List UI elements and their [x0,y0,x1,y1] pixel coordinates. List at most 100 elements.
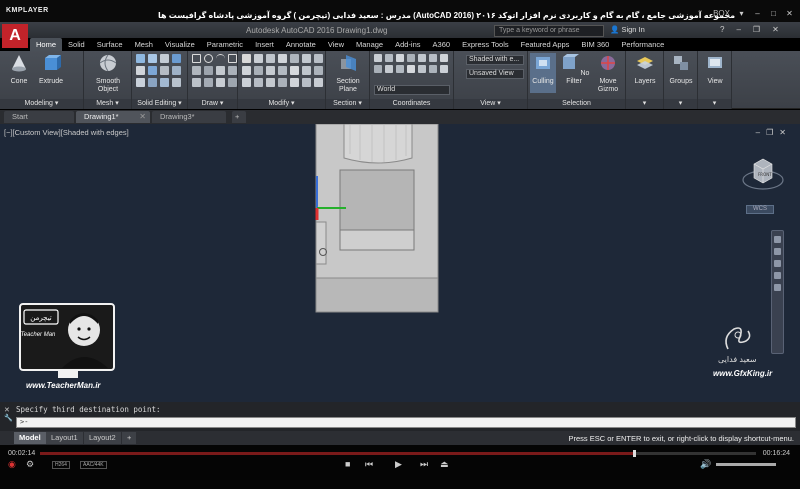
tab-performance[interactable]: Performance [615,38,670,51]
tab-surface[interactable]: Surface [91,38,129,51]
layers-panel-arrow[interactable]: ▾ [626,99,663,109]
saved-view-combo[interactable]: Unsaved View [466,69,524,79]
add-layout-button[interactable]: + [122,432,137,444]
copy-icon[interactable] [254,54,263,63]
circle-icon[interactable] [204,54,213,63]
command-input[interactable]: >- [16,417,796,428]
vp-close-icon[interactable]: ✕ [779,128,786,137]
ellipse-icon[interactable] [228,66,237,75]
command-line-handle[interactable]: ✕ 🔧 [4,406,13,428]
ucs-icon[interactable] [374,54,382,62]
taper-faces-icon[interactable] [172,78,181,87]
ucs-3point-icon[interactable] [440,54,448,62]
region-icon[interactable] [204,78,213,87]
ucs-icon-props[interactable] [429,65,437,73]
tab-insert[interactable]: Insert [249,38,280,51]
help-icon[interactable]: ? [720,25,724,34]
groups-panel-arrow[interactable]: ▾ [664,99,697,109]
ucs-named-icon[interactable] [418,65,426,73]
union-icon[interactable] [136,54,145,63]
seek-bar[interactable] [40,450,756,457]
pan-icon[interactable] [774,248,781,255]
spline-icon[interactable] [216,66,225,75]
tab-solid[interactable]: Solid [62,38,91,51]
tab-parametric[interactable]: Parametric [201,38,249,51]
sign-in-button[interactable]: 👤 Sign In [610,25,645,34]
tab-home[interactable]: Home [30,38,63,51]
search-input[interactable]: Type a keyword or phrase [494,25,604,37]
join-icon[interactable] [314,66,323,75]
offset-edge-icon[interactable] [160,78,169,87]
trim-icon[interactable] [254,66,263,75]
solid-editing-panel-label[interactable]: Solid Editing ▾ [132,99,187,109]
culling-button[interactable]: Culling [530,53,556,93]
explode-icon[interactable] [290,66,299,75]
autocad-logo-icon[interactable]: A [2,24,28,48]
settings-icon[interactable]: ⚙ [26,459,34,470]
tab-a360[interactable]: A360 [427,38,457,51]
maximize-icon[interactable]: □ [769,9,778,18]
ucs-z-icon[interactable] [429,54,437,62]
acad-minimize-icon[interactable]: – [736,25,740,34]
intersect-icon[interactable] [160,54,169,63]
view-button[interactable]: View [700,53,730,86]
view-panel-label[interactable]: View ▾ [454,99,527,109]
fillet-edge-icon[interactable] [136,66,145,75]
fillet-icon[interactable] [242,66,251,75]
tab-annotate[interactable]: Annotate [280,38,322,51]
seek-handle[interactable] [633,450,637,457]
steering-wheel-icon[interactable] [774,236,781,243]
volume-slider[interactable] [716,463,776,466]
ucs-combo[interactable]: World [374,85,450,95]
rotate-icon[interactable] [278,54,287,63]
ucs-world-icon[interactable] [385,54,393,62]
point-icon[interactable] [228,78,237,87]
arc-icon[interactable] [216,54,225,63]
rectangle-icon[interactable] [228,54,237,63]
tab-express-tools[interactable]: Express Tools [456,38,515,51]
vp-minimize-icon[interactable]: – [756,128,760,137]
move-icon[interactable] [242,54,251,63]
ucs-z-axis-icon[interactable] [440,65,448,73]
close-icon[interactable]: ✕ [785,9,794,18]
extract-edges-icon[interactable] [148,66,157,75]
ucs-y-icon[interactable] [418,54,426,62]
eject-icon[interactable]: ⏏ [440,459,449,470]
subtract-icon[interactable] [148,54,157,63]
3d-rotate-icon[interactable] [254,78,263,87]
thicken-icon[interactable] [160,66,169,75]
3d-mirror-icon[interactable] [278,78,287,87]
player-box-label[interactable]: BOX [713,9,730,18]
volume-icon[interactable]: 🔊 [700,459,711,470]
modify-panel-label[interactable]: Modify ▾ [238,99,325,109]
imprint-icon[interactable] [148,78,157,87]
3d-align-icon[interactable] [266,78,275,87]
move-gizmo-button[interactable]: Move Gizmo [592,53,624,94]
tab-visualize[interactable]: Visualize [159,38,201,51]
tab-add-ins[interactable]: Add-ins [389,38,426,51]
acad-restore-icon[interactable]: ❐ [753,25,760,34]
tab-layout1[interactable]: Layout1 [46,432,83,444]
tab-view[interactable]: View [322,38,350,51]
acad-close-icon[interactable]: ✕ [772,25,779,34]
wcs-menu[interactable]: WCS [746,205,774,214]
viewcube-front-face[interactable]: FRONT [758,172,772,177]
mirror-icon[interactable] [290,54,299,63]
tab-mesh[interactable]: Mesh [129,38,159,51]
zoom-extents-icon[interactable] [774,260,781,267]
chamfer-icon[interactable] [314,78,323,87]
ucs-previous-icon[interactable] [407,65,415,73]
extrude-button[interactable]: Extrude [36,53,66,86]
draw-panel-label[interactable]: Draw ▾ [188,99,237,109]
play-icon[interactable]: ▶ [395,459,402,470]
line-icon[interactable] [192,54,201,63]
extend-icon[interactable] [266,66,275,75]
next-icon[interactable]: ⏭ [420,459,428,470]
kmp-menu-icon[interactable]: ◉ [8,459,16,470]
doc-tab-start[interactable]: Start [4,111,74,123]
separate-icon[interactable] [136,78,145,87]
model-drawing[interactable] [300,124,450,314]
new-tab-button[interactable]: + [232,111,246,123]
ucs-face-icon[interactable] [396,65,404,73]
ucs-view-icon[interactable] [374,65,382,73]
